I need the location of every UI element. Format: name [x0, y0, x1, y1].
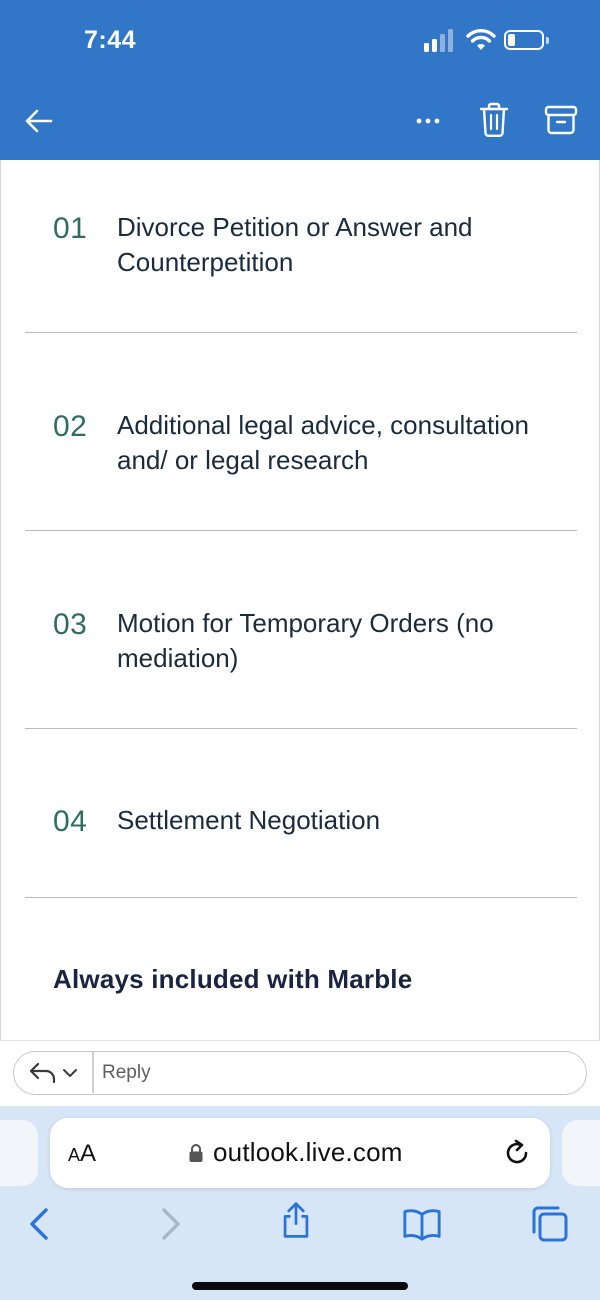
forward-chevron-icon[interactable] — [150, 1204, 190, 1244]
browser-bottom-bar: AA outlook.live.com — [0, 1106, 600, 1300]
url-text[interactable]: outlook.live.com — [213, 1137, 403, 1168]
reply-options-icon[interactable] — [28, 1060, 90, 1086]
reply-bar: Reply — [0, 1040, 600, 1106]
trash-icon[interactable] — [478, 102, 510, 138]
mail-header: 7:44 — [0, 0, 600, 160]
address-bar[interactable]: AA outlook.live.com — [50, 1118, 550, 1188]
reload-icon[interactable] — [502, 1138, 532, 1168]
share-icon[interactable] — [276, 1200, 316, 1240]
service-title: Motion for Temporary Orders (no mediatio… — [117, 608, 494, 673]
cellular-signal-icon — [424, 28, 458, 52]
home-indicator[interactable] — [192, 1282, 408, 1290]
archive-icon[interactable] — [544, 104, 578, 136]
reply-input[interactable]: Reply — [102, 1060, 562, 1086]
status-icons — [424, 28, 554, 54]
service-title: Settlement Negotiation — [117, 805, 381, 835]
service-number: 03 — [53, 608, 88, 641]
section-heading: Always included with Marble — [53, 964, 413, 994]
back-arrow-icon[interactable] — [24, 106, 54, 136]
divider — [25, 897, 577, 898]
service-title: Divorce Petition or Answer and Counterpe… — [117, 212, 473, 277]
divider — [25, 332, 577, 333]
service-number: 01 — [53, 212, 88, 245]
reply-box: Reply — [13, 1051, 587, 1095]
service-number: 02 — [53, 410, 88, 443]
divider — [25, 728, 577, 729]
battery-icon — [504, 30, 544, 50]
status-time: 7:44 — [84, 26, 137, 54]
bookmarks-icon[interactable] — [402, 1204, 442, 1244]
reply-separator — [92, 1052, 94, 1093]
back-chevron-icon[interactable] — [20, 1204, 60, 1244]
more-horizontal-icon[interactable] — [412, 106, 444, 136]
lock-icon — [189, 1144, 203, 1162]
text-size-button[interactable]: AA — [68, 1140, 96, 1168]
wifi-icon — [466, 29, 496, 50]
email-body: 01 Divorce Petition or Answer and Counte… — [0, 160, 600, 1040]
service-title: Additional legal advice, consultation an… — [117, 410, 529, 475]
service-number: 04 — [53, 805, 88, 838]
divider — [25, 530, 577, 531]
previous-tab-preview[interactable] — [0, 1120, 38, 1186]
next-tab-preview[interactable] — [562, 1120, 600, 1186]
tabs-icon[interactable] — [530, 1204, 570, 1244]
